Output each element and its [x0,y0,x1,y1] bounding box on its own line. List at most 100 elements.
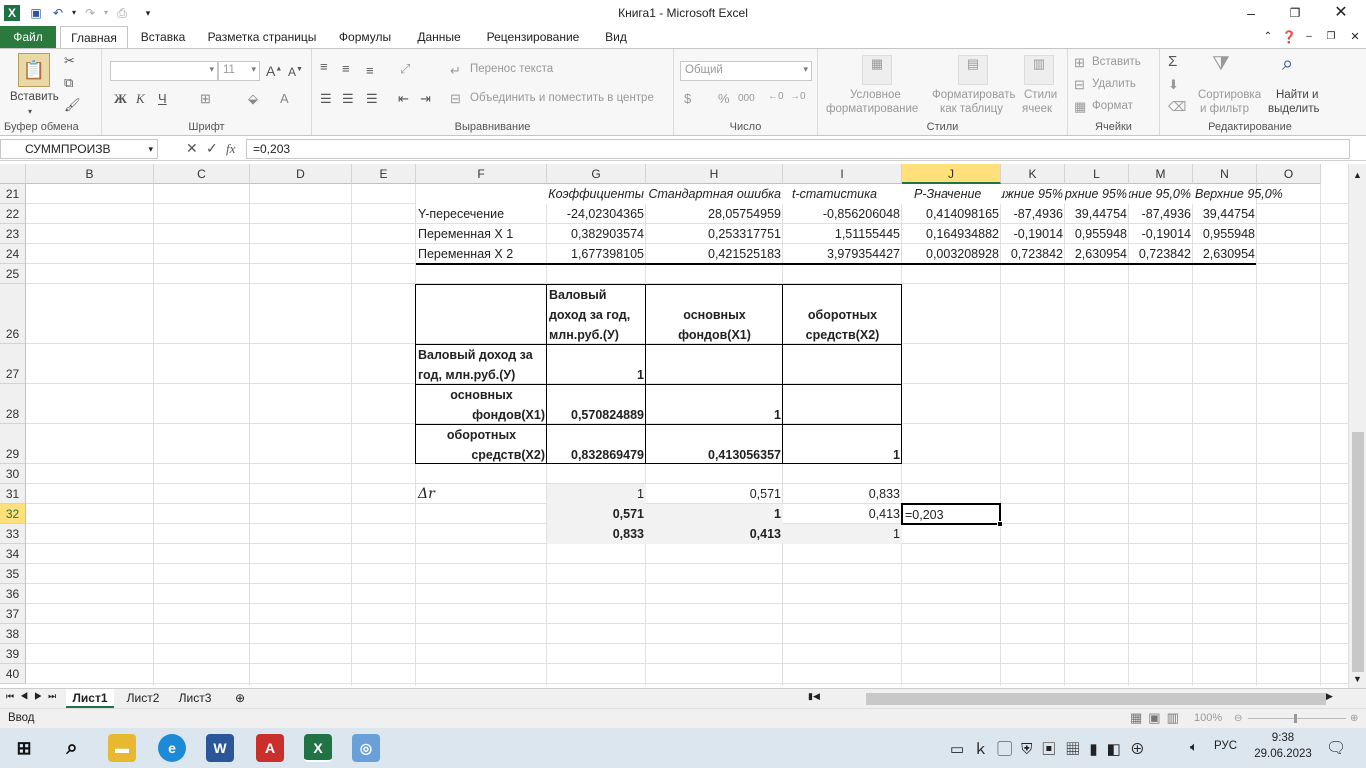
corr-cell[interactable]: 0,570824889 [547,405,646,425]
reg-cell[interactable]: 0,382903574 [547,224,646,244]
corr-row-x2-2[interactable]: средств(Х2) [416,445,547,465]
corr-cell[interactable]: 1 [783,445,902,465]
reg-cell[interactable]: 1,677398105 [547,244,646,264]
fill-color-icon[interactable]: ⬙ [248,91,258,107]
align-top-icon[interactable]: ≡ [320,59,328,74]
row-header[interactable]: 21 [0,184,26,204]
col-header-d[interactable]: D [250,164,352,184]
decrease-decimal-icon[interactable]: →0 [790,91,806,102]
paste-dropdown-icon[interactable]: ▾ [28,107,32,116]
restore-button[interactable]: ❐ [1272,0,1318,26]
sheet-nav-icon[interactable]: ⏮◀▶⏭ [6,691,62,702]
tab-view[interactable]: Вид [596,26,636,48]
find-binoculars-icon[interactable]: ⌕ [1282,53,1293,76]
row-header[interactable]: 27 [0,344,26,384]
select-all-corner[interactable] [0,164,26,184]
reg-cell[interactable]: -87,4936 [1001,204,1065,224]
reg-header-up950[interactable]: Верхние 95,0% [1193,184,1301,204]
format-painter-icon[interactable]: 🖌 [64,97,81,113]
scroll-up-icon[interactable]: ▲ [1353,170,1362,180]
col-header-n[interactable]: N [1193,164,1257,184]
reg-cell[interactable]: 0,164934882 [902,224,1001,244]
thousands-button[interactable]: 000 [738,93,755,104]
delta-cell[interactable]: 0,413 [783,504,902,524]
paste-icon[interactable]: 📋 [18,53,50,87]
excel-taskbar-icon[interactable]: X [304,734,332,762]
clock-time[interactable]: 9:38 [1258,732,1308,744]
delta-cell[interactable]: 1 [547,484,646,504]
corr-head-x2-1[interactable]: оборотных [783,305,902,325]
font-color-icon[interactable]: A [280,91,289,106]
reg-header-low950[interactable]: Нижние 95,0% [1129,184,1193,204]
search-icon[interactable]: ⌕ [58,734,86,762]
reg-cell[interactable]: 0,723842 [1001,244,1065,264]
col-header-b[interactable]: B [26,164,154,184]
insert-function-button[interactable]: fx [226,141,235,157]
language-indicator[interactable]: РУС [1214,740,1237,752]
col-header-g[interactable]: G [547,164,646,184]
align-middle-icon[interactable]: ≡ [342,61,350,76]
reg-cell[interactable]: 0,414098165 [902,204,1001,224]
doc-restore-icon[interactable]: ❐ [1324,26,1338,48]
col-header-j[interactable]: J [902,164,1001,184]
row-header[interactable]: 32 [0,504,26,524]
increase-indent-icon[interactable]: ⇥ [420,91,431,107]
percent-button[interactable]: % [718,91,730,106]
tray-icons[interactable]: ▭ｋ▢⛨▣▦▮◧⊕ [950,738,1154,759]
number-format-select[interactable]: Общий ▾ [680,61,812,81]
align-left-icon[interactable]: ☰ [320,91,332,107]
doc-minimize-icon[interactable]: – [1302,26,1316,48]
row-header[interactable]: 22 [0,204,26,224]
corr-row-x1-1[interactable]: основных [416,385,547,405]
clock-date[interactable]: 29.06.2023 [1250,748,1316,760]
col-header-i[interactable]: I [783,164,902,184]
row-header[interactable]: 39 [0,644,26,664]
col-header-f[interactable]: F [416,164,547,184]
bold-button[interactable]: Ж [114,91,127,107]
col-header-m[interactable]: M [1129,164,1193,184]
wrap-text-icon[interactable]: ↵ [450,63,461,79]
doc-close-icon[interactable]: ✕ [1348,26,1362,48]
fill-icon[interactable]: ⬇ [1168,77,1179,93]
shrink-font-icon[interactable]: A▼ [288,65,303,79]
reg-cell[interactable]: 2,630954 [1065,244,1129,264]
reg-cell[interactable]: 3,979354427 [783,244,902,264]
corr-head-x2-2[interactable]: средств(Х2) [783,325,902,345]
corr-row-y-1[interactable]: Валовый доход за [416,345,547,365]
reg-cell[interactable]: 0,421525183 [646,244,783,264]
file-explorer-icon[interactable]: ▬ [108,734,136,762]
name-box[interactable]: СУММПРОИЗВ ▾ [0,139,158,159]
autosum-icon[interactable]: Σ [1168,53,1177,70]
start-icon[interactable]: ⊞ [10,734,38,762]
hscroll-right-icon[interactable]: ▶ [1326,691,1333,702]
corr-row-x2-1[interactable]: оборотных [416,425,547,445]
tab-home[interactable]: Главная [60,26,128,48]
format-table-icon[interactable]: ▤ [958,55,988,85]
borders-icon[interactable]: ⊞ [200,91,211,107]
copy-icon[interactable]: ⧉ [64,75,73,91]
row-header[interactable]: 29 [0,424,26,464]
delta-cell[interactable]: 1 [646,504,783,524]
reg-header-coef[interactable]: Коэффициенты [522,184,646,204]
reg-cell[interactable]: 28,05754959 [646,204,783,224]
delta-cell[interactable]: 1 [783,524,902,544]
cut-icon[interactable]: ✂ [64,53,75,69]
col-header-h[interactable]: H [646,164,783,184]
corr-row-x1-2[interactable]: фондов(Х1) [416,405,547,425]
tab-file[interactable]: Файл [0,26,56,48]
corr-cell[interactable]: 0,413056357 [646,445,783,465]
reg-cell[interactable]: -24,02304365 [547,204,646,224]
close-button[interactable]: ✕ [1318,0,1364,26]
col-header-k[interactable]: K [1001,164,1065,184]
reg-label-x2[interactable]: Переменная X 2 [416,244,547,264]
corr-cell[interactable]: 1 [646,405,783,425]
merge-center-button[interactable]: Объединить и поместить в центре [470,92,654,104]
corr-cell[interactable]: 1 [547,365,646,385]
col-header-c[interactable]: C [154,164,250,184]
clear-icon[interactable]: ⌫ [1168,99,1186,115]
sheet-tab-1[interactable]: Лист1 [66,689,114,708]
reg-header-t[interactable]: t-статистика [790,184,902,204]
tab-insert[interactable]: Вставка [134,26,192,48]
delete-cells-icon[interactable]: ⊟ [1074,77,1085,93]
vertical-scrollbar[interactable]: ▲ ▼ [1348,164,1366,688]
